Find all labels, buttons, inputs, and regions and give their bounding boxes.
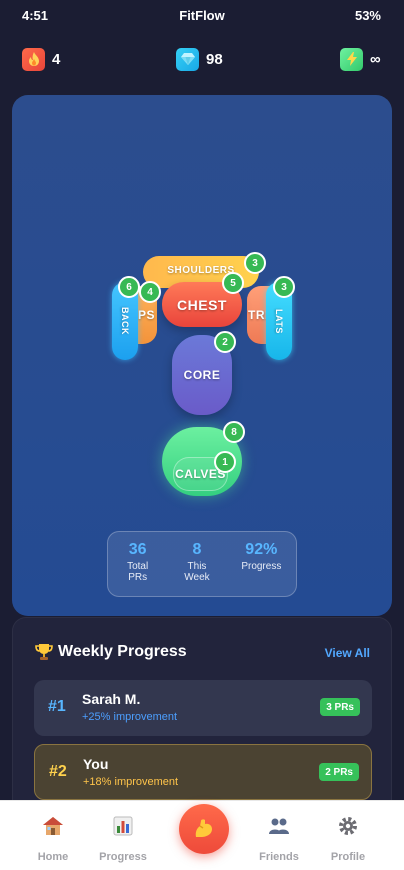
- calves-area-count-badge: 8: [223, 421, 245, 443]
- fire-icon: [22, 47, 45, 71]
- chest-count-badge: 5: [222, 272, 244, 294]
- total-prs-label: Total PRs: [127, 561, 149, 583]
- rank-improvement: +25% improvement: [82, 711, 178, 723]
- this-week-stat: 8 This Week: [182, 541, 212, 583]
- nav-progress[interactable]: Progress: [88, 815, 158, 863]
- streak-stat[interactable]: 4: [22, 47, 60, 71]
- battery-level: 53%: [354, 8, 381, 23]
- house-icon: [18, 815, 88, 837]
- shoulders-count-badge: 3: [244, 252, 266, 274]
- nav-profile[interactable]: Profile: [313, 815, 383, 863]
- muscle-map-panel: SHOULDERS EPS TRIC BACK LATS CHEST CORE …: [12, 95, 392, 616]
- nav-progress-label: Progress: [99, 851, 147, 863]
- nav-friends[interactable]: Friends: [244, 815, 314, 863]
- nav-friends-label: Friends: [259, 851, 299, 863]
- diamond-icon: [176, 47, 199, 71]
- core-count-badge: 2: [214, 331, 236, 353]
- lats-count-badge: 3: [273, 276, 295, 298]
- nav-home-label: Home: [37, 851, 69, 863]
- this-week-label: This Week: [184, 561, 210, 583]
- app-title: FitFlow: [179, 8, 225, 23]
- muscle-chest-label: CHEST: [177, 296, 227, 313]
- workout-button[interactable]: [179, 804, 229, 854]
- flexed-arm-icon: [195, 819, 212, 837]
- rank-name: You: [83, 756, 109, 772]
- back-count-badge: 6: [118, 276, 140, 298]
- total-prs-value: 36: [128, 541, 147, 558]
- friends-icon: [244, 815, 314, 837]
- energy-stat[interactable]: ∞: [340, 47, 381, 71]
- biceps-count-badge: 4: [139, 281, 161, 303]
- weekly-progress-title: Weekly Progress: [58, 643, 187, 660]
- pr-count-badge: 3 PRs: [320, 698, 360, 716]
- calves-count-badge: 1: [214, 451, 236, 473]
- muscle-back-label: BACK: [120, 307, 130, 335]
- rank-number: #1: [48, 698, 66, 715]
- pr-count-badge: 2 PRs: [319, 763, 359, 781]
- total-prs-stat: 36 Total PRs: [123, 541, 153, 583]
- streak-value: 4: [52, 50, 61, 68]
- rank-number: #2: [49, 763, 67, 780]
- gear-icon: [313, 815, 383, 837]
- pr-summary-card: 36 Total PRs 8 This Week 92% Progress: [107, 531, 297, 597]
- rank-name: Sarah M.: [82, 691, 141, 707]
- lightning-icon: [340, 47, 363, 71]
- this-week-value: 8: [192, 541, 202, 558]
- progress-stat: 92% Progress: [241, 541, 281, 572]
- bar-chart-icon: [88, 815, 158, 837]
- energy-value: ∞: [370, 50, 381, 68]
- nav-profile-label: Profile: [330, 851, 366, 863]
- rank-improvement: +18% improvement: [83, 776, 179, 788]
- view-all-link[interactable]: View All: [325, 646, 370, 660]
- gems-value: 98: [206, 50, 223, 68]
- muscle-lats-label: LATS: [274, 308, 284, 334]
- muscle-core-label: CORE: [183, 368, 221, 382]
- status-bar: 4:51 FitFlow 53%: [0, 0, 404, 32]
- progress-value: 92%: [245, 541, 278, 558]
- progress-label: Progress: [241, 561, 282, 572]
- gems-stat[interactable]: 98: [176, 47, 223, 71]
- nav-home[interactable]: Home: [18, 815, 88, 863]
- leaderboard-row-self[interactable]: #2 You +18% improvement 2 PRs: [34, 744, 372, 800]
- trophy-icon: [35, 644, 53, 660]
- leaderboard-row[interactable]: #1 Sarah M. +25% improvement 3 PRs: [34, 680, 372, 736]
